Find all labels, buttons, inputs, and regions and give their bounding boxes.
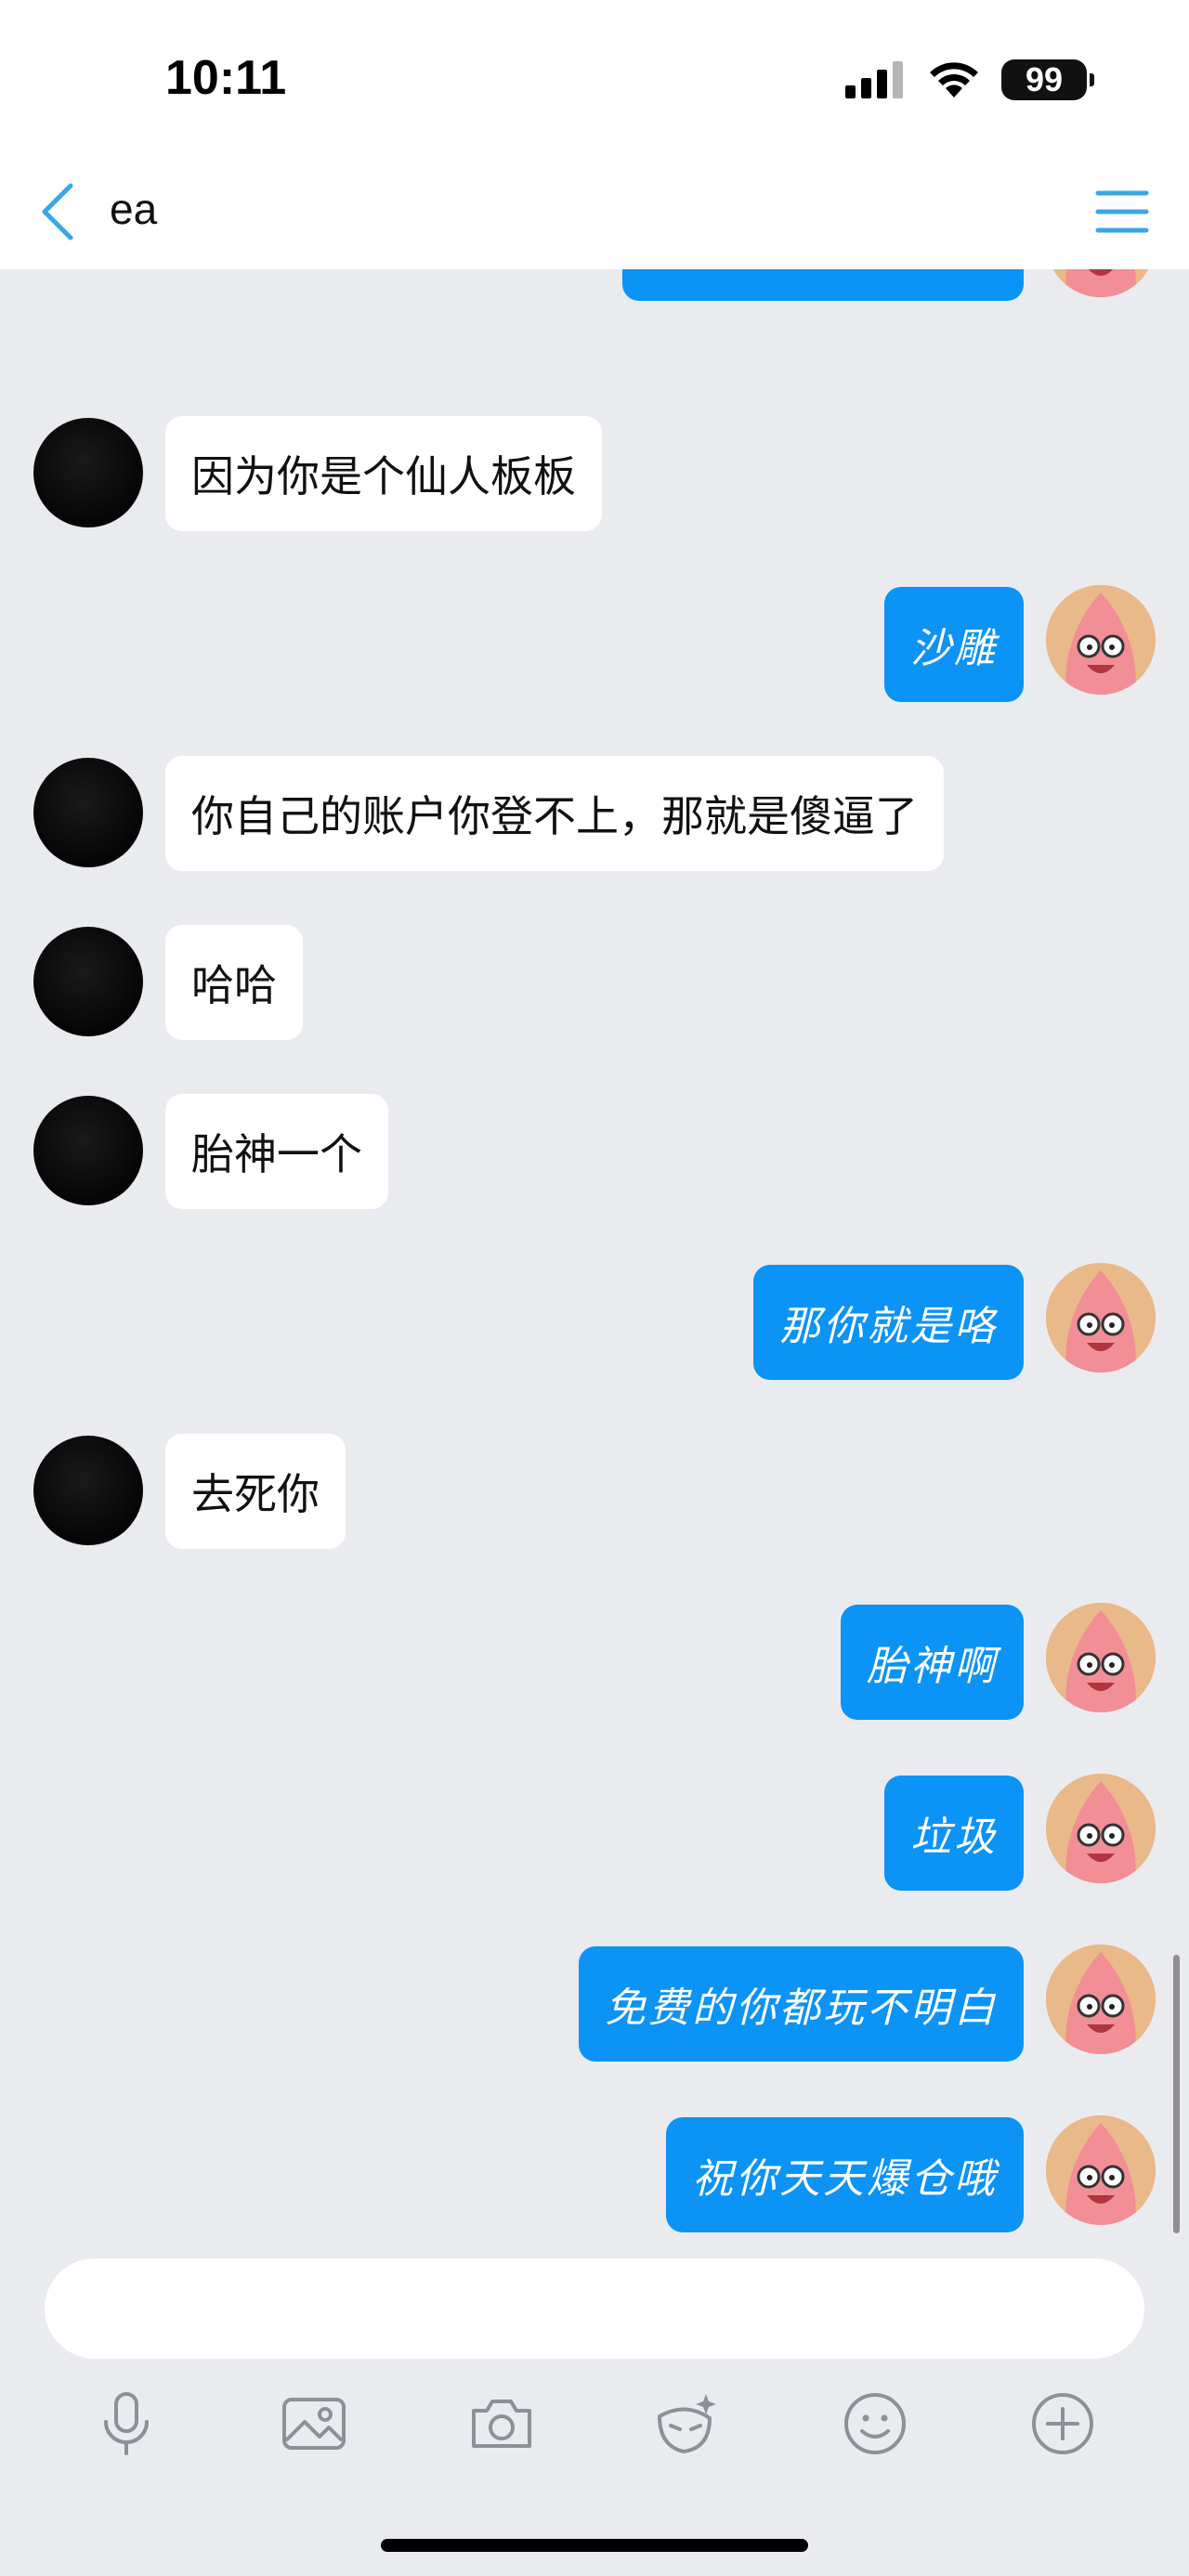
message-bubble[interactable]: 因为你是个仙人板板 [165, 416, 602, 531]
message-outgoing: 那你就是咯 [0, 1263, 1189, 1384]
plus-icon [1032, 2393, 1093, 2454]
gallery-button[interactable] [279, 2388, 349, 2459]
emoji-icon [844, 2393, 906, 2454]
voice-button[interactable] [91, 2388, 162, 2459]
avatar-image [1046, 1945, 1156, 2054]
contact-avatar[interactable] [33, 1096, 143, 1205]
message-bubble[interactable]: 胎神一个 [165, 1094, 388, 1209]
contact-avatar[interactable] [33, 758, 143, 867]
my-avatar[interactable] [1046, 585, 1156, 695]
my-avatar[interactable] [1046, 269, 1156, 297]
wifi-icon [930, 62, 978, 98]
avatar-image [1046, 2115, 1156, 2225]
emoji-button[interactable] [840, 2388, 910, 2459]
magic-icon [658, 2394, 716, 2453]
chevron-left-icon [42, 183, 73, 241]
avatar-image [1046, 1263, 1156, 1373]
message-outgoing: 祝你天天爆仓哦 [0, 2115, 1189, 2236]
message-input[interactable] [45, 2258, 1144, 2359]
scrollbar[interactable] [1173, 1955, 1180, 2233]
my-avatar[interactable] [1046, 1945, 1156, 2054]
more-button[interactable] [1027, 2388, 1098, 2459]
message-outgoing: 胎神啊 [0, 1603, 1189, 1724]
my-avatar[interactable] [1046, 1603, 1156, 1712]
avatar-image [1046, 1603, 1156, 1712]
status-icons: 99 [845, 58, 1094, 102]
image-icon [282, 2398, 346, 2450]
contact-avatar[interactable] [33, 1436, 143, 1545]
contact-avatar[interactable] [33, 418, 143, 527]
menu-button[interactable] [1092, 184, 1152, 240]
status-time: 10:11 [165, 51, 287, 105]
message-bubble[interactable]: 去死你 [165, 1434, 346, 1549]
message-bubble[interactable]: 垃圾 [884, 1776, 1024, 1891]
home-indicator [381, 2539, 808, 2552]
message-incoming: 哈哈 [0, 925, 1189, 1046]
contact-avatar[interactable] [33, 927, 143, 1036]
message-bubble[interactable]: 祝你天天爆仓哦 [666, 2117, 1024, 2232]
my-avatar[interactable] [1046, 2115, 1156, 2225]
message-outgoing: 那不是你的问题吗 [0, 269, 1189, 353]
message-bubble[interactable]: 那不是你的问题吗 [622, 269, 1024, 301]
microphone-icon [104, 2392, 149, 2455]
message-outgoing: 免费的你都玩不明白 [0, 1945, 1189, 2065]
camera-icon [472, 2400, 531, 2448]
battery-icon: 99 [1001, 59, 1094, 100]
avatar-image [1046, 585, 1156, 695]
message-outgoing: 沙雕 [0, 585, 1189, 706]
signal-icon [845, 61, 903, 98]
message-bubble[interactable]: 你自己的账户你登不上，那就是傻逼了 [165, 756, 944, 871]
camera-button[interactable] [466, 2388, 537, 2459]
message-incoming: 因为你是个仙人板板 [0, 416, 1189, 537]
my-avatar[interactable] [1046, 1774, 1156, 1883]
message-bubble[interactable]: 免费的你都玩不明白 [579, 1946, 1024, 2062]
message-incoming: 胎神一个 [0, 1094, 1189, 1215]
chat-area[interactable]: 那不是你的问题吗 因为你是个仙人板板 沙雕 [0, 269, 1189, 2247]
message-incoming: 去死你 [0, 1434, 1189, 1555]
back-button[interactable] [33, 178, 89, 245]
message-outgoing: 垃圾 [0, 1774, 1189, 1894]
chat-title: ea [110, 185, 158, 233]
message-bubble[interactable]: 沙雕 [884, 587, 1024, 702]
status-bar: 10:11 99 [0, 0, 1189, 156]
avatar-image [1046, 269, 1156, 297]
message-bubble[interactable]: 那你就是咯 [753, 1265, 1024, 1380]
menu-icon [1095, 190, 1149, 233]
message-bubble[interactable]: 胎神啊 [841, 1605, 1024, 1720]
my-avatar[interactable] [1046, 1263, 1156, 1373]
input-toolbar [0, 2377, 1189, 2470]
message-bubble[interactable]: 哈哈 [165, 925, 303, 1040]
magic-button[interactable] [650, 2388, 721, 2459]
message-incoming: 你自己的账户你登不上，那就是傻逼了 [0, 756, 1189, 877]
avatar-image [1046, 1774, 1156, 1883]
nav-bar: ea [0, 156, 1189, 269]
